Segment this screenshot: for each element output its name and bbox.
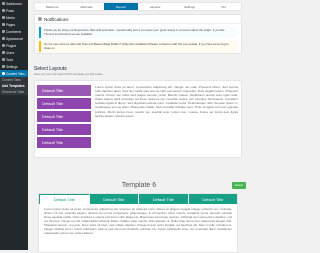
notification-message: On the new. Add our tabs with Note and B…: [39, 41, 237, 52]
tab-add-new[interactable]: Add New: [69, 3, 103, 10]
template-title: Template 6: [121, 182, 157, 189]
wrench-icon: [2, 58, 5, 61]
vertical-tabs: Default Title Default Title Default Titl…: [37, 85, 91, 150]
horizontal-tabs: Default Title Default Title Default Titl…: [39, 194, 237, 204]
sidebar-item-plugins[interactable]: Plugins: [0, 42, 28, 49]
brush-icon: [2, 37, 5, 40]
sidebar-item-label: Appearance: [6, 36, 24, 41]
pin-icon: [2, 9, 5, 12]
select-layouts-subtitle: Here you can only select which template …: [34, 72, 103, 76]
tab-support[interactable]: Support: [103, 3, 138, 10]
horizontal-tab[interactable]: Default Title: [188, 194, 237, 204]
settings-icon: [2, 65, 5, 68]
tab-content-text: Lorem ipsum dolor sit amet, consectetur …: [44, 207, 232, 235]
sidebar-item-settings[interactable]: Settings: [0, 63, 28, 70]
sidebar-item-label: Content Tabs: [6, 71, 25, 76]
vertical-tab[interactable]: Default Title: [37, 137, 91, 148]
notifications-title: Notifications: [44, 16, 69, 22]
sidebar-item-label: Plugins: [6, 43, 17, 48]
tab-settings[interactable]: Settings: [172, 3, 206, 10]
user-icon: [2, 51, 5, 54]
submenu-item-shortcode-tabs[interactable]: Shortcode Tabs: [0, 89, 28, 95]
horizontal-tab[interactable]: Default Title: [39, 194, 90, 204]
page-icon: [2, 23, 5, 26]
sidebar-item-label: Dashboard: [6, 1, 22, 6]
horizontal-tab[interactable]: Default Title: [139, 194, 189, 204]
tab-pro[interactable]: Pro: [207, 3, 241, 10]
vertical-tab[interactable]: Default Title: [37, 124, 91, 135]
tabs-icon: [2, 72, 5, 75]
tab-content-text: Lorem ipsum dolor sit amet, consectetur …: [95, 85, 238, 118]
horizontal-tab[interactable]: Default Title: [89, 194, 139, 204]
main-content: Welcome Add New Support Layouts Settings…: [28, 0, 250, 253]
sidebar-item-pages[interactable]: Pages: [0, 21, 28, 28]
tab-layouts[interactable]: Layouts: [138, 3, 172, 10]
template-preview: Default Title Default Title Default Titl…: [38, 193, 238, 253]
sidebar-item-appearance[interactable]: Appearance: [0, 35, 28, 42]
sidebar-item-label: Media: [6, 15, 15, 20]
sidebar-item-label: Posts: [6, 8, 14, 13]
vertical-tab[interactable]: Default Title: [37, 98, 91, 109]
sidebar-item-label: Tools: [6, 57, 14, 62]
submenu-item-label: Content Tabs: [2, 78, 21, 82]
submenu-item-label: Shortcode Tabs: [2, 90, 25, 94]
tab-welcome[interactable]: Welcome: [35, 3, 69, 10]
sidebar-item-media[interactable]: Media: [0, 14, 28, 21]
admin-sidebar: Dashboard Posts Media Pages Comments App…: [0, 0, 28, 250]
sidebar-item-posts[interactable]: Posts: [0, 7, 28, 14]
sidebar-item-comments[interactable]: Comments: [0, 28, 28, 35]
comment-icon: [2, 30, 5, 33]
notifications-panel: Notifications Thank you for using our Re…: [34, 14, 242, 54]
media-icon: [2, 16, 5, 19]
submenu-item-label: Add Templates: [2, 84, 25, 88]
sidebar-item-dashboard[interactable]: Dashboard: [0, 0, 28, 7]
sidebar-item-tools[interactable]: Tools: [0, 56, 28, 63]
plugin-icon: [2, 44, 5, 47]
sidebar-item-label: Comments: [6, 29, 22, 34]
notification-message: Thank you for using our Responsive Tabs …: [39, 27, 237, 38]
sidebar-item-label: Users: [6, 50, 15, 55]
plugin-nav-tabs: Welcome Add New Support Layouts Settings…: [34, 2, 242, 11]
info-icon: [38, 17, 42, 21]
vertical-tab[interactable]: Default Title: [37, 111, 91, 122]
layout-preview-card: Default Title Default Title Default Titl…: [34, 80, 242, 158]
notifications-header: Notifications: [35, 15, 241, 24]
sidebar-submenu: Content Tabs Add Templates Shortcode Tab…: [0, 77, 28, 95]
sidebar-item-label: Settings: [6, 64, 18, 69]
dashboard-icon: [2, 2, 5, 5]
sidebar-item-label: Pages: [6, 22, 16, 27]
vertical-tab[interactable]: Default Title: [37, 85, 91, 96]
sidebar-item-users[interactable]: Users: [0, 49, 28, 56]
select-template-button[interactable]: Select: [231, 182, 246, 189]
sidebar-item-content-tabs[interactable]: Content Tabs: [0, 70, 28, 77]
